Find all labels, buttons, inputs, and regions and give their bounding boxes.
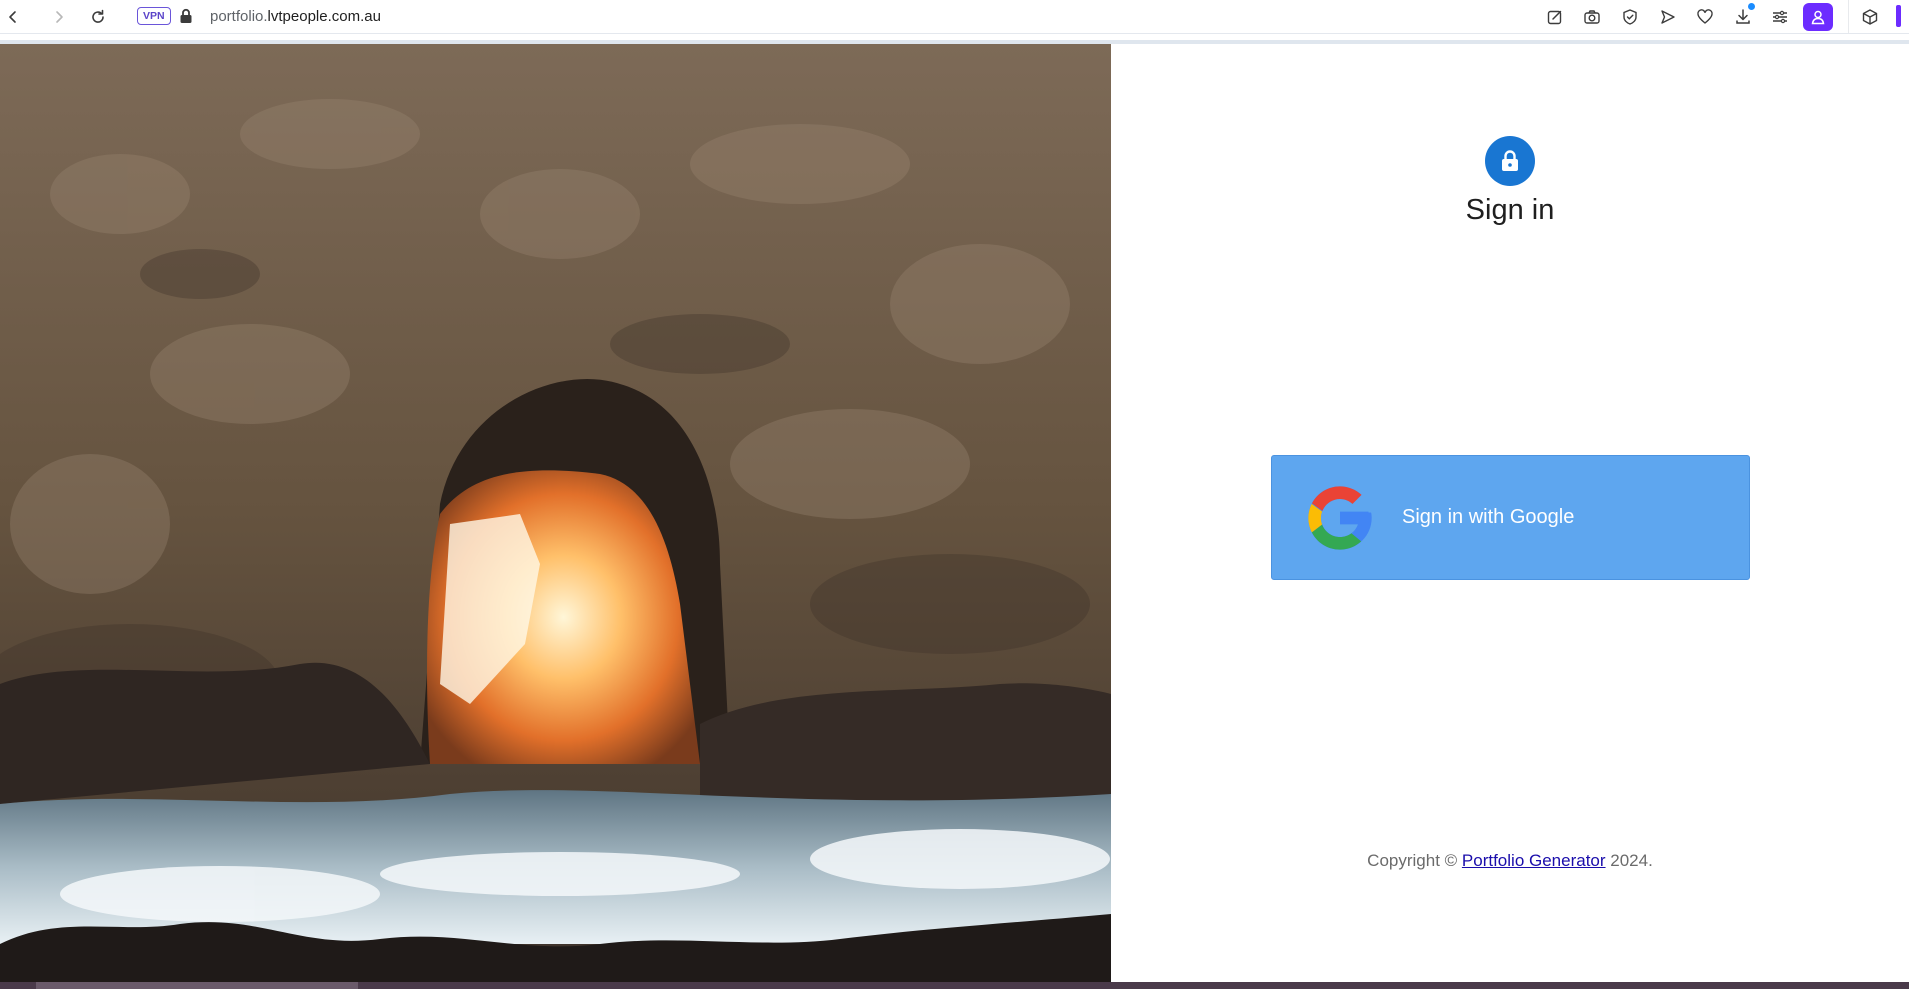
heart-icon[interactable] bbox=[1694, 6, 1716, 28]
url-domain: lvtpeople.com.au bbox=[267, 8, 381, 25]
copyright-prefix: Copyright © bbox=[1367, 851, 1462, 870]
sidebar-handle[interactable] bbox=[1896, 5, 1901, 27]
google-signin-label: Sign in with Google bbox=[1402, 506, 1575, 528]
forward-icon bbox=[56, 11, 63, 23]
browser-toolbar: VPN portfolio.lvtpeople.com.au bbox=[0, 0, 1909, 34]
profile-icon bbox=[1811, 10, 1825, 25]
page-title: Sign in bbox=[1465, 194, 1555, 226]
forward-button[interactable] bbox=[48, 6, 70, 28]
bottom-taskbar-strip bbox=[0, 982, 1909, 989]
lock-icon bbox=[1502, 150, 1518, 171]
profile-button[interactable] bbox=[1803, 3, 1833, 31]
address-bar[interactable]: portfolio.lvtpeople.com.au bbox=[210, 8, 381, 25]
camera-icon[interactable] bbox=[1581, 6, 1603, 28]
reload-button[interactable] bbox=[87, 6, 109, 28]
toolbar-separator bbox=[1848, 0, 1849, 33]
cube-icon[interactable] bbox=[1859, 6, 1881, 28]
copyright-footer: Copyright © Portfolio Generator 2024. bbox=[1111, 851, 1909, 871]
shield-check-icon[interactable] bbox=[1619, 6, 1641, 28]
download-badge bbox=[1748, 3, 1755, 10]
menu-lines-icon[interactable] bbox=[1769, 6, 1791, 28]
hero-photo bbox=[0, 44, 1111, 982]
back-icon bbox=[9, 11, 16, 23]
reload-icon bbox=[92, 9, 104, 23]
taskbar-item[interactable] bbox=[36, 982, 358, 989]
copyright-suffix: 2024. bbox=[1605, 851, 1653, 870]
google-signin-button[interactable]: Sign in with Google bbox=[1271, 455, 1750, 580]
lock-avatar bbox=[1485, 136, 1535, 186]
lock-icon[interactable] bbox=[179, 8, 193, 24]
signin-panel: Sign in Sign in with Google Copyright © … bbox=[1111, 44, 1909, 982]
edit-icon[interactable] bbox=[1544, 6, 1566, 28]
vpn-badge[interactable]: VPN bbox=[137, 7, 171, 25]
back-button[interactable] bbox=[2, 6, 24, 28]
url-subdomain: portfolio. bbox=[210, 8, 268, 25]
send-icon[interactable] bbox=[1657, 6, 1679, 28]
portfolio-generator-link[interactable]: Portfolio Generator bbox=[1462, 851, 1606, 870]
google-logo-icon bbox=[1308, 486, 1372, 550]
rock-arch-illustration bbox=[0, 44, 1111, 982]
